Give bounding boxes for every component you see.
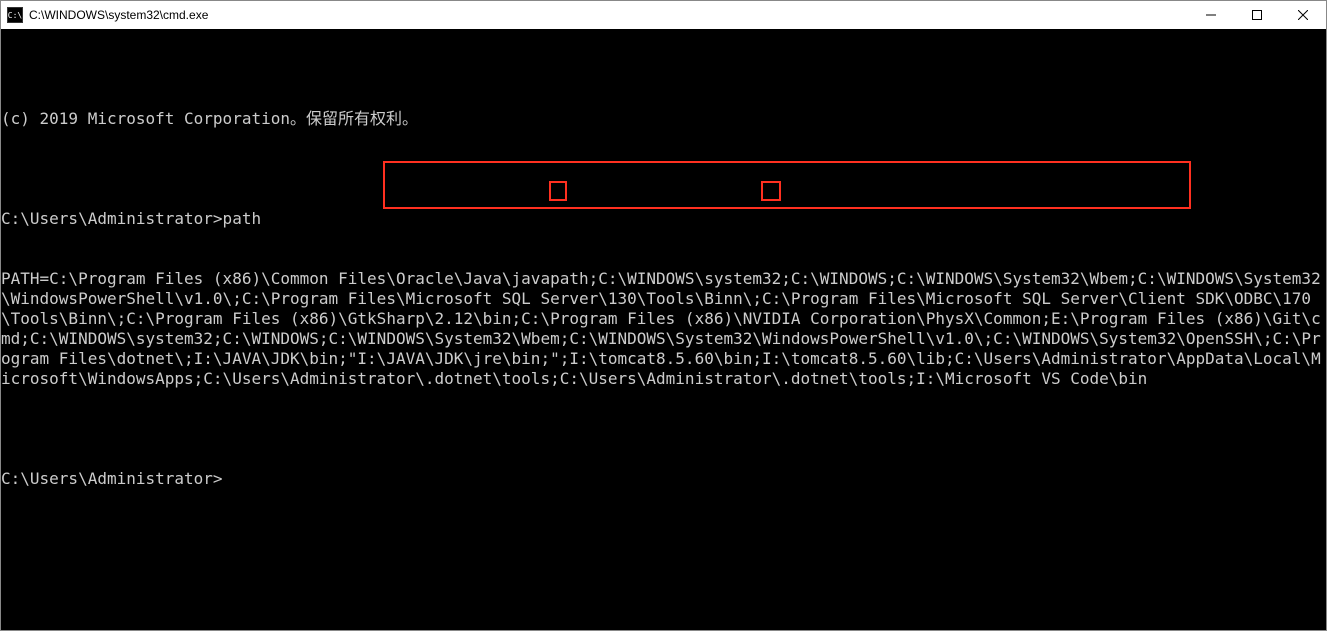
path-output: PATH=C:\Program Files (x86)\Common Files…: [1, 269, 1326, 389]
cmd-window: C:\ C:\WINDOWS\system32\cmd.exe (c) 2019…: [0, 0, 1327, 631]
window-title: C:\WINDOWS\system32\cmd.exe: [29, 8, 1188, 22]
maximize-button[interactable]: [1234, 1, 1280, 29]
terminal-content: (c) 2019 Microsoft Corporation。保留所有权利。 C…: [1, 69, 1326, 529]
terminal-area[interactable]: (c) 2019 Microsoft Corporation。保留所有权利。 C…: [1, 29, 1326, 630]
cmd-icon: C:\: [7, 7, 23, 23]
titlebar[interactable]: C:\ C:\WINDOWS\system32\cmd.exe: [1, 1, 1326, 29]
window-controls: [1188, 1, 1326, 29]
copyright-line: (c) 2019 Microsoft Corporation。保留所有权利。: [1, 109, 1326, 129]
cmd-icon-text: C:\: [8, 11, 22, 20]
prompt-path-command: C:\Users\Administrator>path: [1, 209, 1326, 229]
close-button[interactable]: [1280, 1, 1326, 29]
prompt-current: C:\Users\Administrator>: [1, 469, 1326, 489]
minimize-button[interactable]: [1188, 1, 1234, 29]
